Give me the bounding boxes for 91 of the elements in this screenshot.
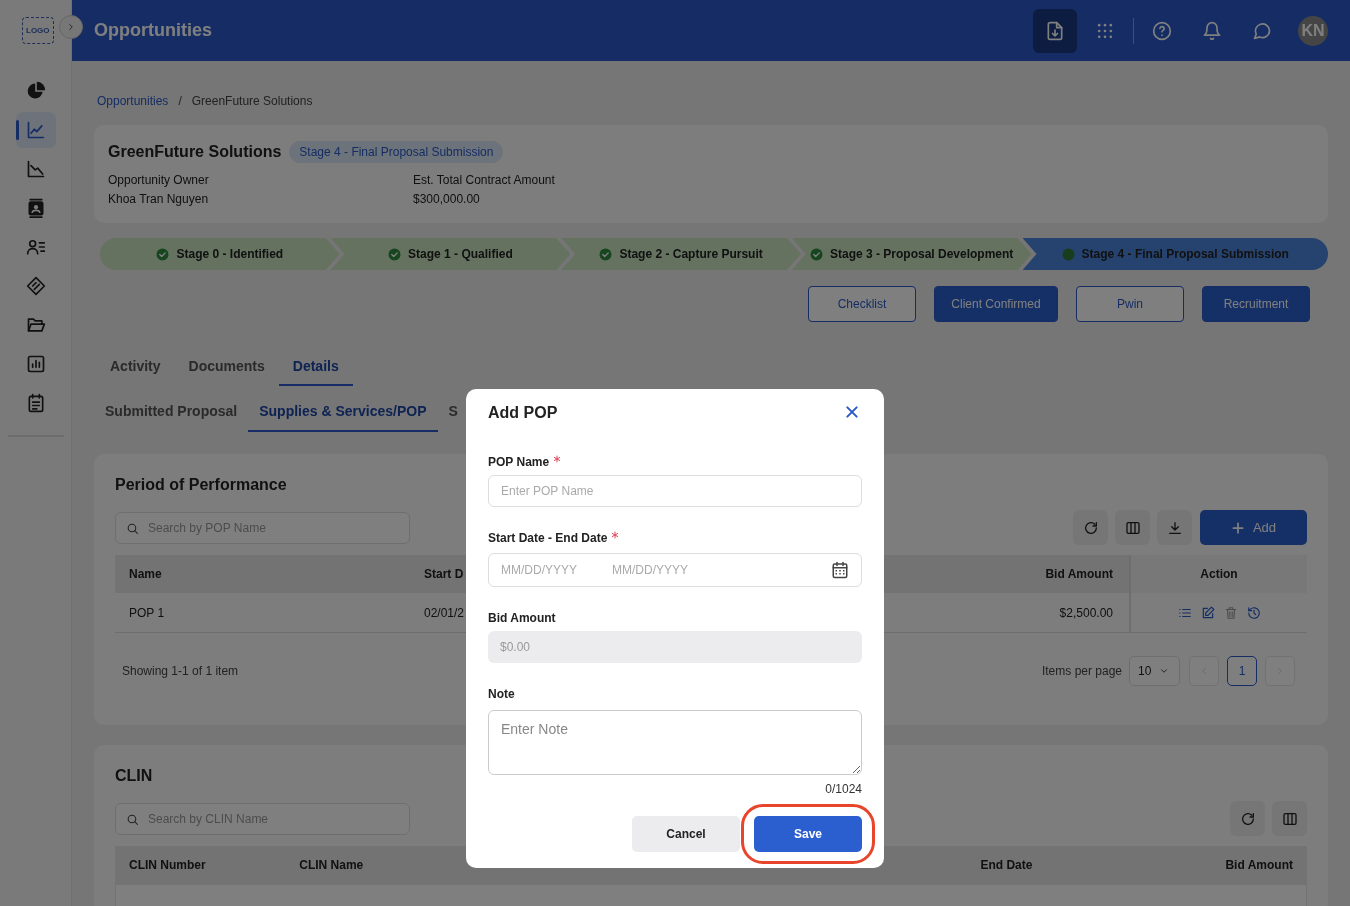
chat-icon (1252, 20, 1272, 41)
document-download-button[interactable] (1033, 8, 1077, 53)
sidebar-item[interactable] (15, 112, 56, 148)
add-button[interactable]: Add (1200, 510, 1307, 545)
search-icon (126, 812, 139, 826)
date-range-field[interactable]: MM/DD/YYYY MM/DD/YYYY (488, 553, 862, 587)
refresh-button[interactable] (1230, 801, 1265, 836)
stage-label: Stage 4 - Final Proposal Submission (1081, 247, 1289, 261)
document-download-icon (1045, 20, 1065, 41)
help-icon (1152, 20, 1172, 41)
folder-icon (25, 315, 46, 335)
tag-icon (25, 276, 46, 296)
stage-step[interactable]: Stage 4 - Final Proposal Submission (1022, 238, 1328, 270)
stage-step[interactable]: Stage 0 - Identified (100, 238, 340, 270)
field-value: $300,000.00 (413, 191, 481, 208)
pie-chart-icon (25, 81, 46, 101)
refresh-button[interactable] (1073, 510, 1108, 545)
chevron-down-icon (1159, 666, 1170, 676)
pagination-summary: Showing 1-1 of 1 item (122, 664, 239, 678)
field-value: Khoa Tran Nguyen (108, 191, 210, 208)
field-label: Note (488, 687, 515, 701)
stage-label: Stage 0 - Identified (176, 247, 284, 261)
breadcrumb-current: GreenFuture Solutions (191, 94, 313, 108)
bar-chart-icon (25, 354, 46, 374)
stage-label: Stage 1 - Qualified (408, 247, 513, 261)
column-header: Action (1129, 555, 1307, 593)
action-button[interactable]: Client Confirmed (934, 286, 1058, 322)
stage-step[interactable]: Stage 1 - Qualified (330, 238, 571, 270)
character-counter: 0/1024 (824, 782, 862, 796)
person-list-icon (25, 237, 46, 257)
action-button[interactable]: Pwin (1076, 286, 1184, 322)
download-icon (1166, 519, 1183, 536)
column-header: CLIN Name (298, 857, 365, 874)
breadcrumb-link[interactable]: Opportunities (97, 94, 169, 108)
stage-step[interactable]: Stage 3 - Proposal Development (791, 238, 1032, 270)
columns-icon (1281, 810, 1298, 827)
action-button[interactable]: Recruitment (1202, 286, 1310, 322)
stage-label: Stage 3 - Proposal Development (830, 247, 1014, 261)
history-icon[interactable] (1246, 605, 1261, 620)
calendar-icon (831, 561, 849, 579)
chevron-icon (66, 21, 76, 33)
page-button[interactable]: 1 (1227, 656, 1257, 686)
download-button[interactable] (1157, 510, 1192, 545)
bell-icon (1202, 20, 1222, 41)
cancel-button[interactable]: Cancel (632, 816, 740, 852)
column-header: Name (115, 555, 410, 593)
stage-step[interactable]: Stage 2 - Capture Pursuit (561, 238, 801, 270)
page-size-select[interactable]: 10 (1129, 656, 1180, 686)
items-per-page-label: Items per page (1041, 664, 1122, 678)
columns-icon (1124, 519, 1141, 536)
refresh-icon (1239, 810, 1256, 827)
text-input-field[interactable]: Enter POP Name (488, 475, 862, 507)
note-field[interactable]: Enter Note (488, 710, 862, 775)
stage-label: Stage 2 - Capture Pursuit (619, 247, 763, 261)
tab[interactable]: Details (278, 348, 353, 386)
column-header: CLIN Number (128, 857, 207, 874)
breadcrumb-separator: / (178, 94, 182, 108)
edit-icon[interactable] (1200, 605, 1215, 620)
stage-badge: Stage 4 - Final Proposal Submission (289, 141, 504, 163)
search-icon (126, 521, 139, 535)
sub-tab[interactable]: S (437, 390, 469, 432)
field-label: Est. Total Contract Amount (413, 172, 556, 189)
field-label: Start Date - End Date (488, 531, 608, 545)
columns-button[interactable] (1115, 510, 1150, 545)
trash-icon[interactable] (1223, 605, 1238, 620)
sub-tab[interactable]: Submitted Proposal (94, 390, 249, 432)
column-header: Bid Amount (889, 555, 1129, 593)
column-header: Bid Amount (1224, 857, 1294, 874)
columns-button[interactable] (1272, 801, 1307, 836)
table-cell: POP 1 (115, 593, 410, 633)
field-label: POP Name (488, 455, 550, 469)
page-title: Opportunities (94, 20, 213, 41)
section-title: Period of Performance (115, 476, 287, 494)
field-label: Bid Amount (488, 611, 556, 625)
action-button[interactable]: Checklist (808, 286, 916, 322)
line-chart-icon (25, 120, 46, 140)
opportunity-name: GreenFuture Solutions (108, 143, 282, 161)
tab[interactable]: Activity (96, 348, 175, 386)
dialog-title: Add POP (488, 404, 558, 422)
refresh-icon (1082, 519, 1099, 536)
table-cell: $2,500.00 (889, 593, 1129, 633)
column-header: End Date (979, 857, 1034, 874)
declining-chart-icon (25, 159, 46, 179)
section-title: CLIN (115, 767, 153, 785)
sub-tab[interactable]: Supplies & Services/POP (248, 390, 438, 432)
field-label: Opportunity Owner (108, 172, 210, 189)
plus-icon (1230, 520, 1245, 535)
save-button[interactable]: Save (754, 816, 862, 852)
close-icon (844, 404, 860, 420)
logo: LOGO (22, 17, 54, 44)
tab[interactable]: Documents (174, 348, 279, 386)
